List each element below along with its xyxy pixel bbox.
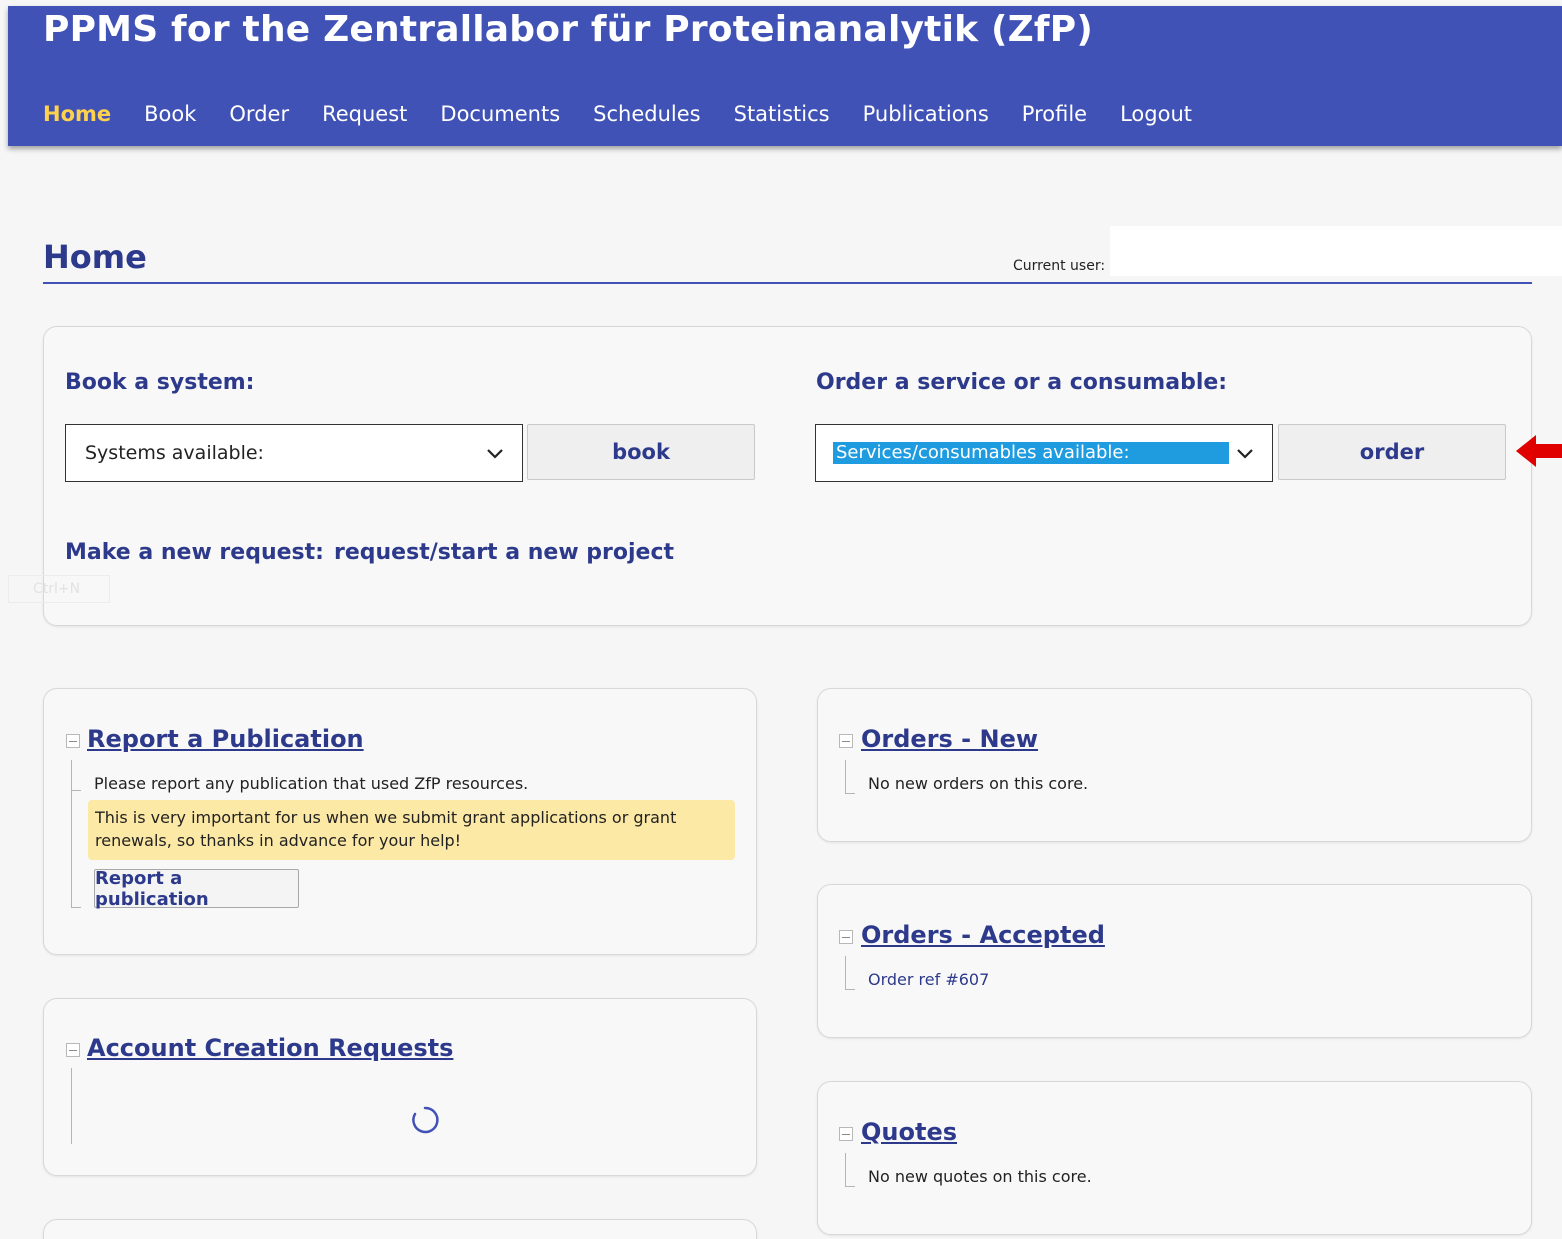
orders-new-widget bbox=[817, 688, 1532, 842]
tree-line bbox=[845, 1153, 846, 1186]
current-user-value bbox=[1110, 226, 1562, 276]
nav-order[interactable]: Order bbox=[229, 102, 289, 126]
report-publication-button[interactable]: Report a publication bbox=[94, 868, 299, 910]
tree-branch bbox=[71, 907, 81, 908]
account-creation-widget bbox=[43, 998, 757, 1176]
orders-accepted-title[interactable]: Orders - Accepted bbox=[861, 921, 1105, 949]
services-select-value: Services/consumables available: bbox=[833, 442, 1229, 464]
systems-select[interactable]: Systems available: bbox=[65, 424, 523, 482]
grant-notice: This is very important for us when we su… bbox=[88, 800, 735, 860]
loading-spinner-icon bbox=[412, 1106, 439, 1134]
nav-documents[interactable]: Documents bbox=[440, 102, 560, 126]
tree-branch bbox=[845, 1186, 855, 1187]
report-publication-text: Please report any publication that used … bbox=[94, 774, 529, 793]
orders-new-text: No new orders on this core. bbox=[868, 774, 1089, 793]
app-title: PPMS for the Zentrallabor für Proteinana… bbox=[43, 9, 1094, 50]
collapse-minus-icon[interactable] bbox=[839, 734, 853, 748]
page-title: Home bbox=[43, 238, 147, 276]
app-header: PPMS for the Zentrallabor für Proteinana… bbox=[8, 6, 1562, 146]
shortcut-hint: Ctrl+N bbox=[8, 575, 110, 603]
grant-notice-line-1: This is very important for us when we su… bbox=[95, 808, 677, 827]
order-service-label: Order a service or a consumable: bbox=[816, 370, 1228, 395]
collapse-minus-icon[interactable] bbox=[66, 1043, 80, 1057]
current-user-label: Current user: bbox=[1013, 258, 1106, 274]
nav-home[interactable]: Home bbox=[43, 102, 111, 126]
collapse-minus-icon[interactable] bbox=[839, 1127, 853, 1141]
tree-branch bbox=[845, 989, 855, 990]
tree-branch bbox=[845, 793, 855, 794]
grant-notice-line-2: renewals, so thanks in advance for your … bbox=[95, 831, 462, 850]
order-ref-link[interactable]: Order ref #607 bbox=[868, 970, 989, 989]
next-widget bbox=[43, 1219, 757, 1239]
nav-schedules[interactable]: Schedules bbox=[593, 102, 700, 126]
nav-request[interactable]: Request bbox=[322, 102, 407, 126]
tree-branch bbox=[71, 790, 81, 791]
tree-line bbox=[71, 760, 72, 908]
services-select[interactable]: Services/consumables available: bbox=[815, 424, 1273, 482]
nav-publications[interactable]: Publications bbox=[863, 102, 989, 126]
report-publication-title[interactable]: Report a Publication bbox=[87, 725, 364, 753]
order-button[interactable]: order bbox=[1278, 424, 1506, 480]
nav-book[interactable]: Book bbox=[144, 102, 196, 126]
collapse-minus-icon[interactable] bbox=[66, 734, 80, 748]
nav-statistics[interactable]: Statistics bbox=[734, 102, 830, 126]
tree-line bbox=[845, 956, 846, 989]
quotes-widget bbox=[817, 1081, 1532, 1235]
chevron-down-icon bbox=[487, 449, 503, 459]
account-creation-title[interactable]: Account Creation Requests bbox=[87, 1034, 453, 1062]
nav-logout[interactable]: Logout bbox=[1120, 102, 1192, 126]
red-arrow-left-icon bbox=[1516, 435, 1562, 467]
tree-line bbox=[71, 1068, 72, 1144]
collapse-minus-icon[interactable] bbox=[839, 930, 853, 944]
book-button[interactable]: book bbox=[527, 424, 755, 480]
tree-line bbox=[845, 760, 846, 793]
orders-accepted-widget bbox=[817, 884, 1532, 1038]
nav-profile[interactable]: Profile bbox=[1022, 102, 1087, 126]
title-divider bbox=[43, 282, 1532, 284]
main-nav: Home Book Order Request Documents Schedu… bbox=[43, 102, 1225, 126]
new-project-link[interactable]: request/start a new project bbox=[334, 540, 674, 565]
systems-select-value: Systems available: bbox=[85, 442, 264, 464]
book-system-label: Book a system: bbox=[65, 370, 255, 395]
orders-new-title[interactable]: Orders - New bbox=[861, 725, 1038, 753]
new-request-label: Make a new request: bbox=[65, 540, 324, 565]
quotes-title[interactable]: Quotes bbox=[861, 1118, 957, 1146]
chevron-down-icon bbox=[1237, 449, 1253, 459]
quotes-text: No new quotes on this core. bbox=[868, 1167, 1092, 1186]
